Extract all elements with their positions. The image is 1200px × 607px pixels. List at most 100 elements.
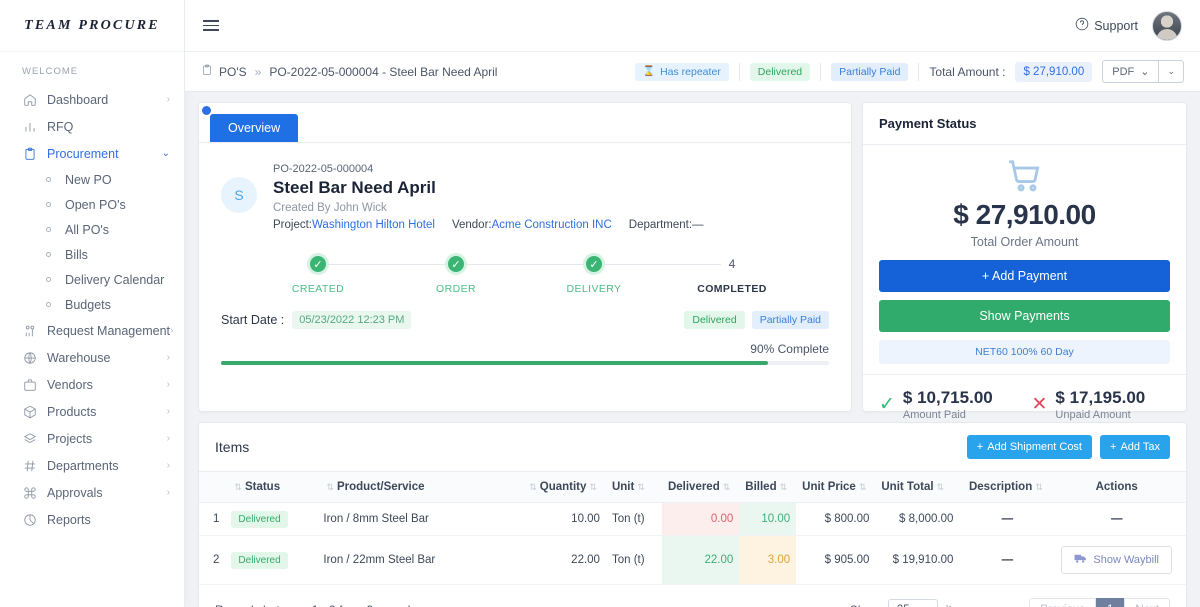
sidebar-subitem-label: Bills [65,247,88,262]
sidebar-subitem-all-pos[interactable]: All PO's [0,217,184,242]
pdf-dropdown-toggle[interactable]: ⌄ [1159,60,1184,83]
progress-track [221,361,829,365]
col-billed[interactable]: Billed ⇅ [739,472,797,503]
avatar[interactable] [1152,10,1182,41]
items-actions: + Add Shipment Cost + Add Tax [966,435,1170,459]
chevron-right-icon: › [166,460,170,471]
page-size-select[interactable]: 2550100 [887,599,938,607]
row-description: — [959,502,1056,536]
sidebar-subitem-delivery-calendar[interactable]: Delivery Calendar [0,267,184,292]
plus-icon: + [981,269,990,283]
sidebar-subitem-new-po[interactable]: New PO [0,167,184,192]
pdf-button[interactable]: PDF ⌄ [1102,60,1160,83]
progress-stepper: ✓ CREATED ✓ ORDER ✓ DELIVERY 4 COMPLETED [249,253,801,295]
divider [918,62,920,81]
payment-status-card: Payment Status $ 27,910.00 Total Order A… [862,102,1187,421]
col-quantity[interactable]: ⇅ Quantity ⇅ [520,472,606,503]
bullet-icon [46,302,51,307]
chevron-right-icon: › [166,433,170,444]
items-table: ⇅ Status ⇅ Product/Service ⇅ Quantity ⇅ Unit… [199,472,1186,585]
sidebar-item-vendors[interactable]: Vendors › [0,371,184,398]
top-bar: Support [185,0,1200,52]
pdf-label: PDF [1112,65,1135,78]
sidebar-subitem-open-pos[interactable]: Open PO's [0,192,184,217]
tab-overview[interactable]: Overview [210,114,299,142]
sidebar-item-products[interactable]: Products › [0,398,184,425]
sidebar-item-dashboard[interactable]: Dashboard › [0,86,184,113]
col-description[interactable]: Description ⇅ [959,472,1056,503]
unpaid-amount-label: Unpaid Amount [1055,409,1131,421]
col-product-label: Product/Service [336,481,425,493]
chevron-right-icon: › [166,352,170,363]
next-page-button[interactable]: Next [1124,598,1170,607]
po-department: Department:— [629,219,704,231]
sidebar-item-procurement[interactable]: Procurement ⌄ [0,140,184,167]
overview-status-badges: Delivered Partially Paid [684,311,829,329]
hamburger-icon[interactable] [203,20,219,31]
sort-icon: ⇅ [858,482,867,492]
po-department-value: — [692,219,704,231]
sidebar-subitem-bills[interactable]: Bills [0,242,184,267]
sort-icon: ⇅ [529,482,537,492]
row-unit-total: $ 8,000.00 [875,502,960,536]
col-status[interactable]: ⇅ Status [225,472,318,503]
sidebar-subitem-label: All PO's [65,222,110,237]
sidebar-item-approvals[interactable]: Approvals › [0,479,184,506]
sidebar-item-departments[interactable]: Departments › [0,452,184,479]
overview-card: Overview S PO-2022-05-000004 Steel Bar N… [198,102,852,412]
sidebar-nav: Dashboard › RFQ Procurement ⌄ New PO Ope… [0,86,184,607]
col-unit[interactable]: Unit ⇅ [605,472,662,503]
overview-header: S PO-2022-05-000004 Steel Bar Need April… [221,163,829,231]
col-delivered-label: Delivered [667,481,720,493]
briefcase-icon [22,377,38,393]
chevron-down-icon: ⌄ [161,148,170,159]
table-row: 1 Delivered Iron / 8mm Steel Bar 10.00 T… [199,502,1186,536]
breadcrumb-root[interactable]: PO'S [219,65,247,79]
show-waybill-button[interactable]: Show Waybill [1061,546,1172,574]
col-product[interactable]: ⇅ Product/Service [317,472,521,503]
start-date-value: 05/23/2022 12:23 PM [292,311,412,329]
po-vendor-value[interactable]: Acme Construction INC [492,219,612,231]
support-button[interactable]: Support [1075,17,1138,34]
row-status: Delivered [225,535,318,585]
sidebar-item-rfq[interactable]: RFQ [0,113,184,140]
total-order-amount-value: $ 27,910.00 [953,199,1096,230]
home-icon [22,92,38,108]
sidebar-item-label: Warehouse [47,350,111,365]
previous-page-button[interactable]: Previous [1029,598,1096,607]
add-shipment-cost-button[interactable]: + Add Shipment Cost [966,435,1092,459]
sidebar-item-reports[interactable]: Reports [0,506,184,533]
check-icon: ✓ [307,253,329,275]
col-unit-total[interactable]: Unit Total ⇅ [875,472,960,503]
sort-icon: ⇅ [1035,482,1043,492]
col-delivered[interactable]: Delivered ⇅ [661,472,740,503]
sidebar-item-label: Approvals [47,485,103,500]
sidebar-subitem-label: New PO [65,172,112,187]
row-product: Iron / 8mm Steel Bar [317,502,521,536]
col-actions-label: Actions [1095,481,1138,493]
po-department-label: Department: [628,219,693,231]
step-delivery: ✓ DELIVERY [525,253,663,295]
sidebar-item-warehouse[interactable]: Warehouse › [0,344,184,371]
plus-icon: + [1110,441,1117,453]
table-row: 2 Delivered Iron / 22mm Steel Bar 22.00 … [199,535,1186,585]
col-actions: Actions [1055,472,1186,503]
po-number: PO-2022-05-000004 [273,163,374,175]
sort-icon: ⇅ [326,482,334,492]
row-status: Delivered [225,502,318,536]
add-payment-button[interactable]: + Add Payment [879,260,1170,292]
sidebar-item-projects[interactable]: Projects › [0,425,184,452]
status-badge: Delivered [231,552,288,569]
tab-bar: Overview [199,103,851,143]
add-tax-button[interactable]: + Add Tax [1100,435,1170,459]
page-number-1[interactable]: 1 [1095,598,1125,607]
col-index [199,472,226,503]
progress-bar [221,361,769,365]
po-project-value[interactable]: Washington Hilton Hotel [312,219,435,231]
sidebar-item-request-management[interactable]: Request Management › [0,317,184,344]
col-unit-price[interactable]: Unit Price ⇅ [796,472,876,503]
amount-paid-block: ✓ $ 10,715.00 Amount Paid [879,388,1018,421]
sidebar-subitem-budgets[interactable]: Budgets [0,292,184,317]
sidebar-item-label: Procurement [47,146,119,161]
show-payments-button[interactable]: Show Payments [879,300,1170,332]
